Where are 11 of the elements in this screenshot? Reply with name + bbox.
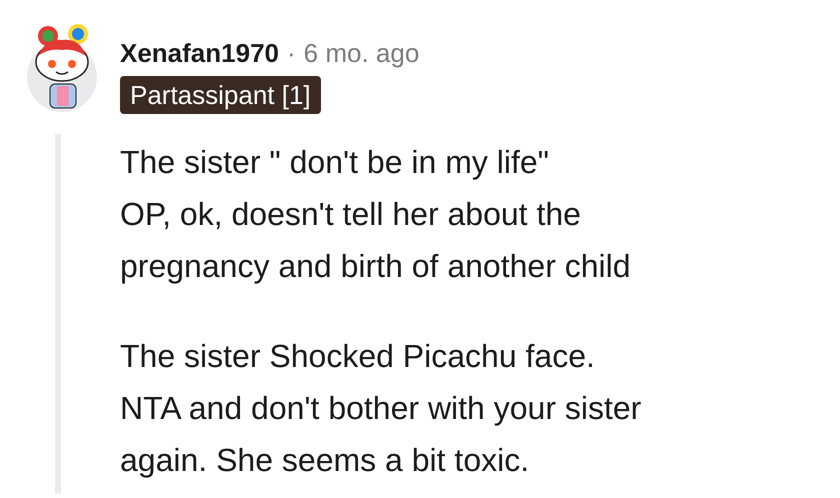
comment-text-line: pregnancy and birth of another child [120,247,632,286]
comment-text-line: The sister " don't be in my life" [120,143,550,182]
timestamp: 6 mo. ago [304,38,420,68]
comment-text-line: NTA and don't bother with your sister [120,389,642,428]
avatar-icon [26,22,98,112]
user-flair: Partassipant [1] [120,76,321,114]
separator-dot: · [286,38,296,68]
comment-text-line: again. She seems a bit toxic. [120,441,530,480]
comment-text-line: The sister Shocked Picachu face. [120,337,596,376]
username[interactable]: Xenafan1970 [120,38,279,68]
comment-text-line: OP, ok, doesn't tell her about the [120,195,582,234]
